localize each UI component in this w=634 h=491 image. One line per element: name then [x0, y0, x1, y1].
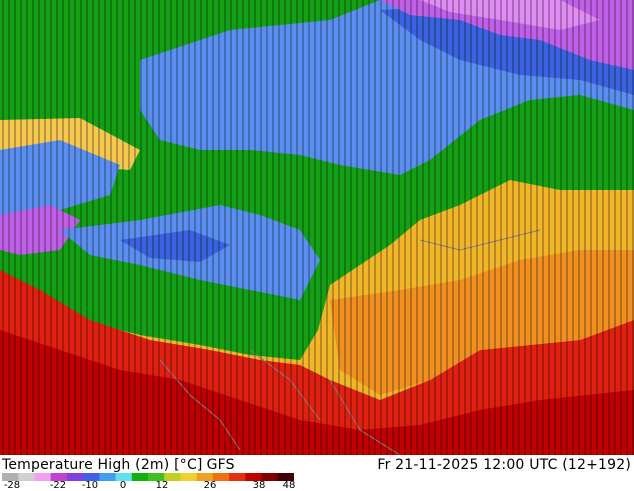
- temperature-map[interactable]: [0, 0, 634, 455]
- colorbar: [2, 473, 294, 481]
- colorbar-tick: 26: [203, 480, 217, 491]
- colorbar-tick: 12: [155, 480, 169, 491]
- colorbar-tick: 0: [119, 480, 127, 491]
- map-title: Temperature High (2m) [°C] GFS: [2, 457, 235, 473]
- colorbar-swatch: [34, 473, 52, 481]
- colorbar-swatch: [229, 473, 246, 481]
- model-name: GFS: [206, 457, 235, 473]
- footer: Temperature High (2m) [°C] GFS Fr 21-11-2…: [0, 455, 634, 491]
- colorbar-swatch: [99, 473, 117, 481]
- colorbar-tick: 48: [282, 480, 296, 491]
- variable-title: Temperature High (2m) [°C]: [2, 457, 203, 473]
- valid-time: Fr 21-11-2025 12:00 UTC (12+192): [377, 457, 631, 473]
- colorbar-swatch: [180, 473, 198, 481]
- colorbar-tick: -28: [3, 480, 21, 491]
- colorbar-swatch: [18, 473, 35, 481]
- colorbar-tick: -10: [81, 480, 99, 491]
- colorbar-tick: -22: [49, 480, 67, 491]
- colorbar-tick: 38: [252, 480, 266, 491]
- value-labels-texture: [0, 0, 634, 455]
- colorbar-swatch: [131, 473, 149, 481]
